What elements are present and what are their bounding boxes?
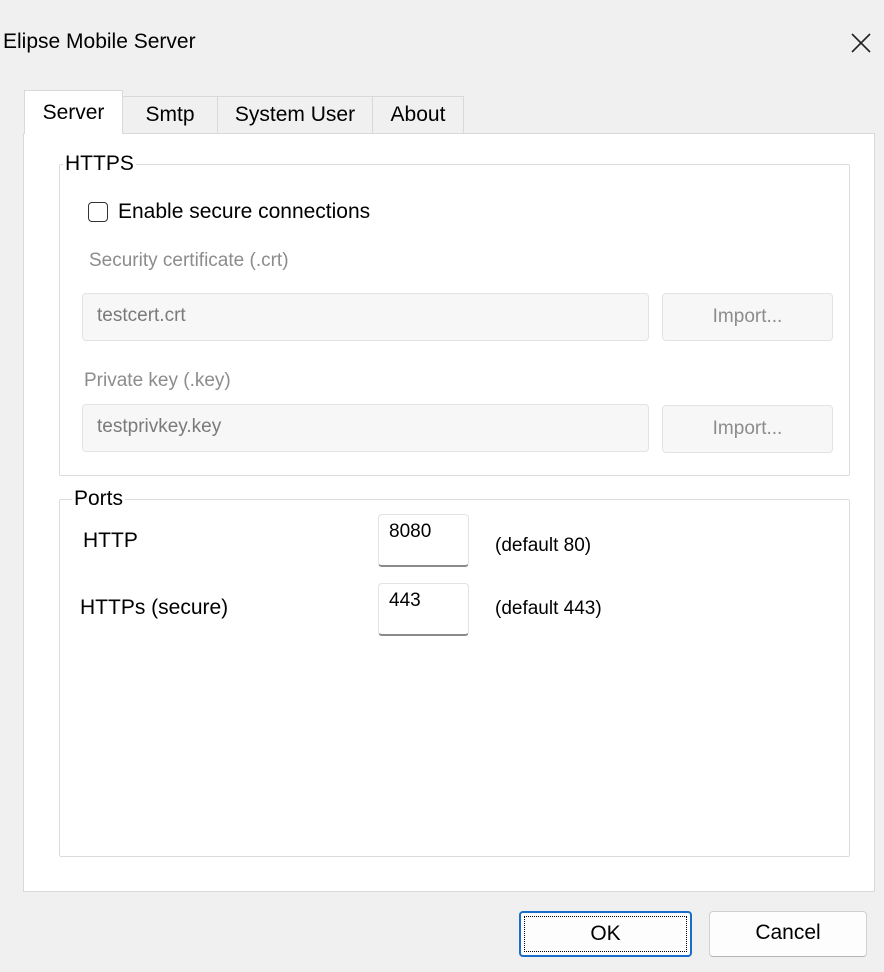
server-tab-panel: HTTPS Enable secure connections Security… — [23, 133, 875, 892]
key-label: Private key (.key) — [84, 370, 231, 391]
enable-secure-checkbox[interactable] — [88, 202, 108, 222]
https-group-legend: HTTPS — [63, 151, 136, 177]
https-port-label: HTTPs (secure) — [80, 596, 229, 619]
tab-smtp[interactable]: Smtp — [122, 96, 218, 133]
tab-system-user-label: System User — [234, 103, 356, 126]
cancel-button-label: Cancel — [755, 921, 821, 944]
ok-button[interactable]: OK — [519, 911, 692, 957]
title-bar: Elipse Mobile Server — [0, 0, 884, 86]
key-import-label: Import... — [712, 418, 783, 439]
cancel-button[interactable]: Cancel — [709, 911, 867, 957]
cert-import-button: Import... — [662, 293, 833, 341]
key-path-field: testprivkey.key — [82, 404, 649, 452]
https-port-input[interactable]: 443 — [378, 583, 469, 636]
http-port-input[interactable]: 8080 — [378, 514, 469, 567]
ok-focus-ring — [524, 916, 687, 952]
http-port-value: 8080 — [389, 521, 432, 542]
tab-system-user[interactable]: System User — [217, 96, 373, 133]
cert-label: Security certificate (.crt) — [89, 250, 289, 271]
cert-path-field: testcert.crt — [82, 293, 649, 341]
window-title: Elipse Mobile Server — [3, 30, 196, 53]
tab-server-label: Server — [42, 101, 105, 124]
tab-smtp-label: Smtp — [145, 103, 195, 126]
tab-about-label: About — [390, 103, 446, 126]
close-icon[interactable] — [844, 24, 876, 60]
key-import-button: Import... — [662, 405, 833, 453]
enable-secure-label[interactable]: Enable secure connections — [118, 199, 370, 225]
https-port-default: (default 443) — [495, 598, 602, 619]
tab-server[interactable]: Server — [24, 90, 123, 134]
https-port-value: 443 — [389, 590, 421, 611]
dialog-window: Elipse Mobile Server Server Smtp System … — [0, 0, 884, 972]
ports-group-legend: Ports — [72, 486, 126, 512]
http-port-default: (default 80) — [495, 535, 592, 556]
cert-import-label: Import... — [712, 306, 783, 327]
key-path-value: testprivkey.key — [97, 416, 222, 437]
http-port-label: HTTP — [83, 529, 138, 552]
tab-about[interactable]: About — [372, 96, 464, 133]
cert-path-value: testcert.crt — [97, 305, 186, 326]
